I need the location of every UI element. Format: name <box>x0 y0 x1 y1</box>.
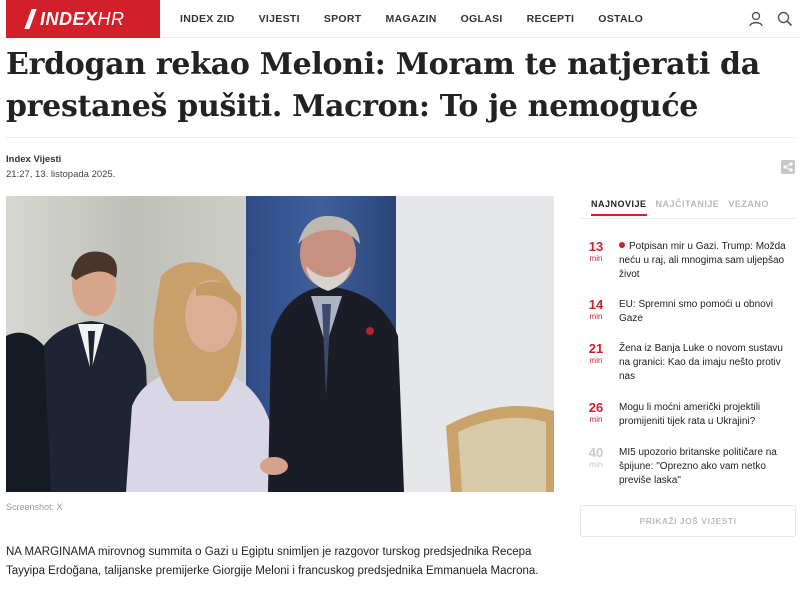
news-minutes: 14 min <box>588 297 604 322</box>
tab-vezano[interactable]: VEZANO <box>728 199 769 216</box>
news-title[interactable]: Žena iz Banja Luke o novom sustavu na gr… <box>612 342 792 384</box>
main-nav: INDEX ZID VIJESTI SPORT MAGAZIN OGLASI R… <box>180 0 667 38</box>
photo-caption: Screenshot: X <box>6 502 63 512</box>
nav-item-vijesti[interactable]: VIJESTI <box>259 13 300 25</box>
news-minutes: 21 min <box>588 341 604 366</box>
article-photo[interactable] <box>6 196 554 492</box>
news-item[interactable]: 13 min Potpisan mir u Gazi. Trump: Možda … <box>580 240 796 282</box>
article-headline: Erdogan rekao Meloni: Moram te natjerati… <box>6 47 760 124</box>
share-icon[interactable] <box>781 160 795 174</box>
article-author[interactable]: Index Vijesti <box>6 154 61 165</box>
user-icon[interactable] <box>747 10 765 28</box>
logo-slash-mark <box>24 9 37 29</box>
news-title[interactable]: Mogu li moćni američki projektili promij… <box>612 401 792 429</box>
nav-item-oglasi[interactable]: OGLASI <box>461 13 503 25</box>
tabs-divider <box>580 218 796 219</box>
news-minutes: 26 min <box>588 400 604 425</box>
article-body: NA MARGINAMA mirovnog summita o Gazi u E… <box>6 546 539 577</box>
nav-item-magazin[interactable]: MAGAZIN <box>386 13 437 25</box>
tab-najnovije[interactable]: NAJNOVIJE <box>591 199 647 216</box>
live-dot-icon <box>619 242 625 248</box>
news-title[interactable]: Potpisan mir u Gazi. Trump: Možda neću u… <box>612 240 792 282</box>
news-minutes: 40 min <box>588 445 604 470</box>
logo-text: INDEXHR <box>40 8 125 29</box>
news-item[interactable]: 14 min EU: Spremni smo pomoći u obnovi Ga… <box>580 298 796 326</box>
nav-item-ostalo[interactable]: OSTALO <box>598 13 643 25</box>
news-title[interactable]: EU: Spremni smo pomoći u obnovi Gaze <box>612 298 792 326</box>
show-more-news-button[interactable]: PRIKAŽI JOŠ VIJESTI <box>580 505 796 537</box>
sidebar-tabs: NAJNOVIJE NAJČITANIJE VEZANO <box>591 199 778 216</box>
nav-item-sport[interactable]: SPORT <box>324 13 362 25</box>
top-bar: INDEXHR INDEX ZID VIJESTI SPORT MAGAZIN … <box>0 0 800 38</box>
nav-item-recepti[interactable]: RECEPTI <box>527 13 575 25</box>
search-icon[interactable] <box>776 10 794 28</box>
news-item[interactable]: 40 min MI5 upozorio britanske političare … <box>580 446 796 488</box>
news-minutes: 13 min <box>588 239 604 264</box>
news-item[interactable]: 21 min Žena iz Banja Luke o novom sustavu… <box>580 342 796 384</box>
headline-divider <box>6 137 796 138</box>
news-title[interactable]: MI5 upozorio britanske političare na špi… <box>612 446 792 488</box>
index-hr-logo[interactable]: INDEXHR <box>6 0 160 38</box>
nav-item-index-zid[interactable]: INDEX ZID <box>180 13 235 25</box>
article-date: 21:27, 13. listopada 2025. <box>6 169 116 180</box>
news-item[interactable]: 26 min Mogu li moćni američki projektili … <box>580 401 796 429</box>
tab-najcitanije[interactable]: NAJČITANIJE <box>656 199 720 216</box>
